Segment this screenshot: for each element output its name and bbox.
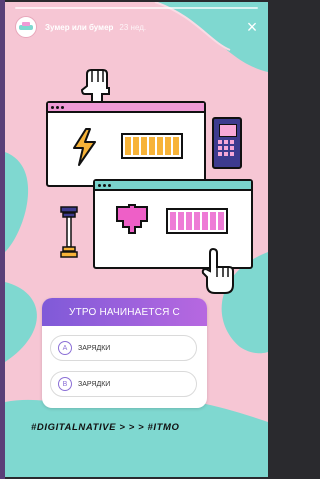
quiz-option-b[interactable]: B ЗАРЯДКИ <box>50 371 197 397</box>
account-name[interactable]: Зумер или бумер <box>45 23 113 32</box>
pointer-hand-icon <box>201 247 234 294</box>
story-progress-bar <box>15 7 258 9</box>
hashtag-text: #DIGITALNATIVE > > > #ITMO <box>31 422 180 433</box>
option-text: ЗАРЯДКИ <box>78 380 111 388</box>
post-time: 23 нед. <box>119 22 147 32</box>
battery-icon <box>121 133 183 159</box>
quiz-sticker[interactable]: УТРО НАЧИНАЕТСЯ С A ЗАРЯДКИ B ЗАРЯДКИ <box>42 298 207 408</box>
story-header: Зумер или бумер 23 нед. × <box>15 15 260 39</box>
option-letter: B <box>58 377 72 391</box>
avatar-logo-icon <box>19 22 33 30</box>
close-icon[interactable]: × <box>244 18 260 36</box>
dumbbell-icon <box>60 206 78 258</box>
quiz-question: УТРО НАЧИНАЕТСЯ С <box>42 298 207 326</box>
quiz-option-a[interactable]: A ЗАРЯДКИ <box>50 335 197 361</box>
lightning-icon <box>73 128 96 166</box>
window-energy <box>46 101 206 187</box>
window-titlebar <box>48 103 204 113</box>
option-text: ЗАРЯДКИ <box>78 344 111 352</box>
window-titlebar <box>95 181 251 191</box>
avatar[interactable] <box>15 16 37 38</box>
heart-icon <box>116 204 148 234</box>
option-letter: A <box>58 341 72 355</box>
battery-icon <box>166 208 228 234</box>
mobile-phone-icon <box>212 117 242 169</box>
story-canvas[interactable]: Зумер или бумер 23 нед. × УТРО НАЧИНАЕТС… <box>5 2 268 477</box>
